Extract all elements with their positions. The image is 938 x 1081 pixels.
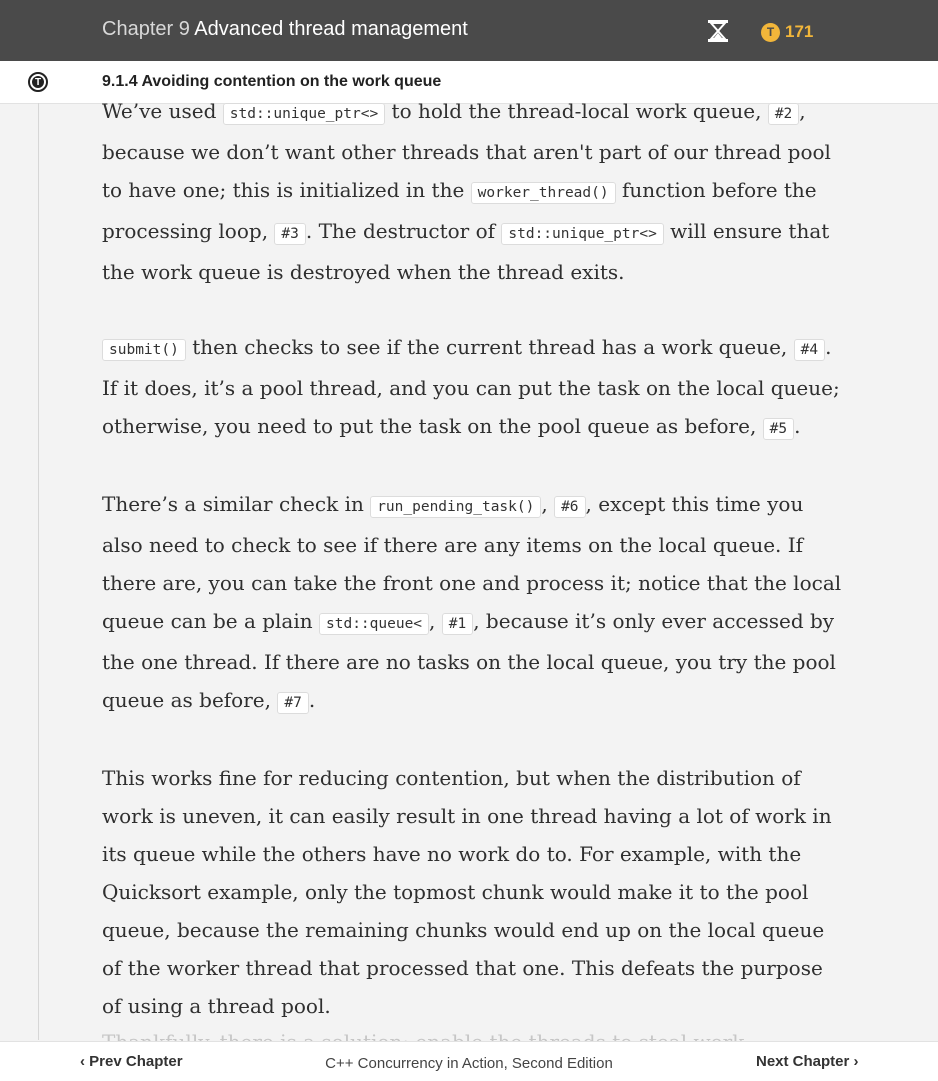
text-run: , bbox=[429, 609, 442, 633]
code-annotation[interactable]: #1 bbox=[441, 613, 474, 635]
code-inline: submit() bbox=[102, 339, 186, 361]
code-annotation[interactable]: #4 bbox=[793, 339, 826, 361]
token-icon: T bbox=[761, 22, 780, 42]
code-annotation[interactable]: #3 bbox=[274, 223, 306, 245]
paragraph-2: submit() then checks to see if the curre… bbox=[102, 328, 842, 448]
manning-logo-icon[interactable]: T bbox=[28, 72, 48, 92]
text-run: . bbox=[308, 688, 316, 712]
code-inline: run_pending_task() bbox=[370, 496, 542, 518]
paragraph-4: This works fine for reducing contention,… bbox=[102, 766, 832, 1018]
chapter-label: Chapter 9 bbox=[102, 18, 190, 40]
text-run: We’ve used bbox=[102, 99, 223, 123]
chevron-right-icon: › bbox=[853, 1053, 859, 1070]
chapter-title: Advanced thread management bbox=[194, 18, 468, 40]
code-inline: std::queue< bbox=[319, 613, 430, 635]
next-chapter-label: Next Chapter bbox=[756, 1053, 850, 1070]
hourglass-icon[interactable] bbox=[707, 19, 729, 43]
sidebar-divider bbox=[38, 103, 39, 1040]
paragraph-1: We’ve used std::unique_ptr<> to hold the… bbox=[102, 92, 842, 291]
reading-content: We’ve used std::unique_ptr<> to hold the… bbox=[102, 92, 842, 1062]
footer-bar: C++ Concurrency in Action, Second Editio… bbox=[0, 1041, 938, 1081]
section-title: 9.1.4 Avoiding contention on the work qu… bbox=[102, 73, 442, 90]
code-inline: std::unique_ptr<> bbox=[222, 103, 386, 125]
code-annotation[interactable]: #2 bbox=[767, 103, 800, 125]
text-run: There’s a similar check in bbox=[102, 492, 371, 516]
token-counter[interactable]: T 171 bbox=[761, 21, 813, 43]
text-run: , bbox=[541, 492, 555, 516]
text-run: to hold the thread-local work queue, bbox=[385, 99, 768, 123]
prev-chapter-label: Prev Chapter bbox=[89, 1053, 183, 1070]
code-inline: std::unique_ptr<> bbox=[501, 223, 664, 245]
code-annotation[interactable]: #5 bbox=[762, 418, 795, 440]
code-annotation[interactable]: #7 bbox=[277, 692, 309, 714]
chapter-heading: Chapter 9 Advanced thread management bbox=[102, 18, 468, 41]
text-run: . The destructor of bbox=[305, 219, 502, 243]
text-run: then checks to see if the current thread… bbox=[185, 335, 794, 359]
top-bar: Chapter 9 Advanced thread management T 1… bbox=[0, 0, 938, 61]
next-chapter-button[interactable]: Next Chapter › bbox=[756, 1053, 859, 1070]
prev-chapter-button[interactable]: ‹ Prev Chapter bbox=[80, 1053, 183, 1070]
code-inline: worker_thread() bbox=[470, 182, 616, 204]
text-run: . bbox=[794, 414, 801, 438]
paragraph-3: There’s a similar check in run_pending_t… bbox=[102, 485, 842, 722]
chevron-left-icon: ‹ bbox=[80, 1053, 85, 1070]
token-count: 171 bbox=[785, 22, 814, 41]
code-annotation[interactable]: #6 bbox=[554, 496, 586, 518]
